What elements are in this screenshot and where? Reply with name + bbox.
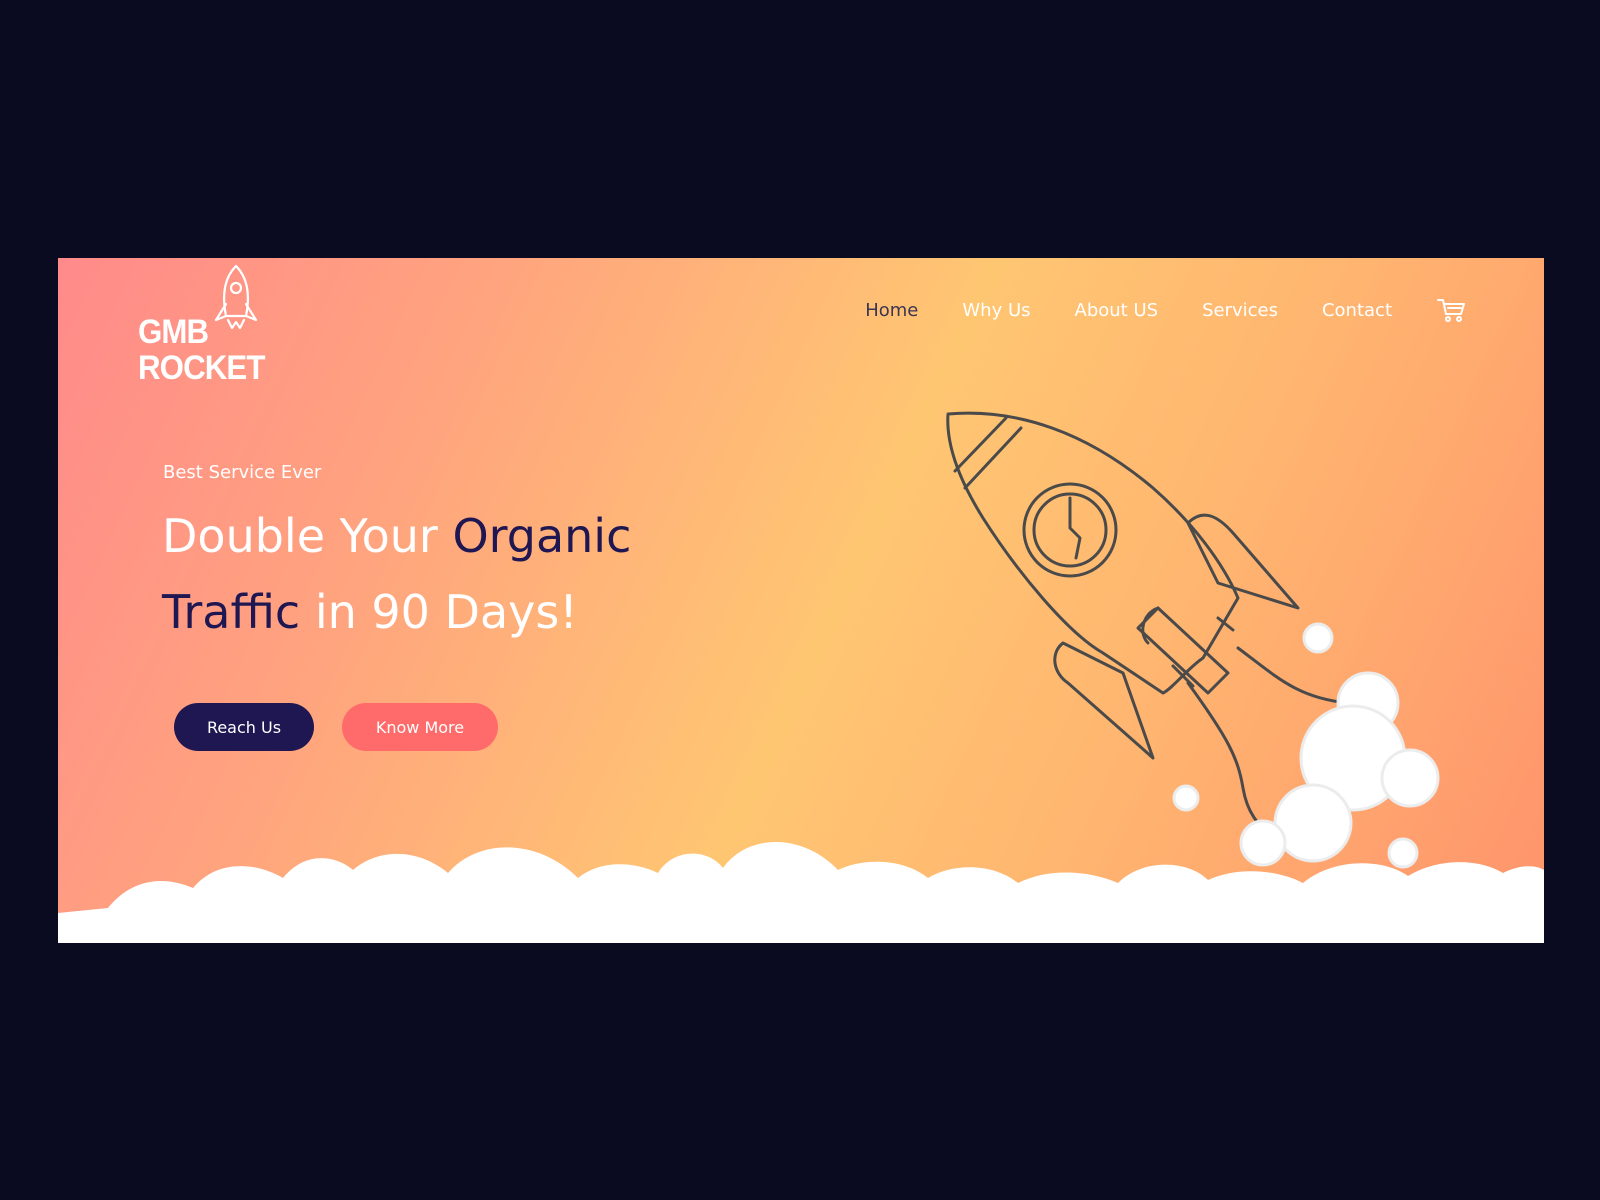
logo-line-1: GMB: [138, 313, 209, 351]
cart-icon[interactable]: [1436, 296, 1466, 324]
logo-wordmark: GMB ROCKET: [138, 314, 265, 386]
nav-item-why-us[interactable]: Why Us: [962, 300, 1030, 321]
hero-banner: GMB ROCKET Home Why Us About US Services…: [58, 258, 1544, 943]
rocket-illustration: [946, 411, 1350, 840]
headline-part-2: Organic: [452, 509, 632, 563]
headline-part-3: Traffic: [162, 585, 301, 639]
headline-part-1: Double Your: [162, 509, 453, 563]
main-nav: Home Why Us About US Services Contact: [865, 296, 1466, 324]
nav-item-services[interactable]: Services: [1202, 300, 1278, 321]
nav-item-about-us[interactable]: About US: [1075, 300, 1159, 321]
reach-us-button[interactable]: Reach Us: [174, 703, 314, 751]
headline-part-4: in 90 Days!: [300, 585, 578, 639]
brand-logo[interactable]: GMB ROCKET: [138, 264, 278, 394]
nav-item-home[interactable]: Home: [865, 300, 918, 321]
hero-headline: Double Your Organic Traffic in 90 Days!: [162, 498, 631, 650]
hero-eyebrow: Best Service Ever: [163, 462, 322, 483]
know-more-button[interactable]: Know More: [342, 703, 498, 751]
nav-item-contact[interactable]: Contact: [1322, 300, 1392, 321]
logo-line-2: ROCKET: [138, 349, 265, 387]
